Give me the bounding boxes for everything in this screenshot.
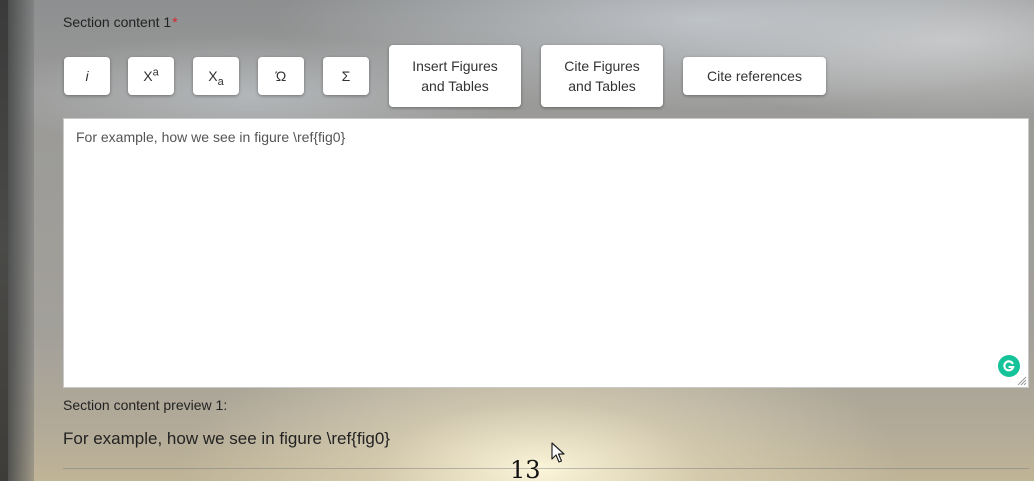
subscript-base: X	[208, 68, 218, 84]
subscript-label: Xa	[208, 66, 224, 88]
grammarly-icon[interactable]	[998, 355, 1020, 377]
section-content-label: Section content 1*	[63, 14, 178, 30]
editor-content-text[interactable]: For example, how we see in figure \ref{f…	[76, 129, 345, 145]
superscript-button[interactable]: Xa	[128, 57, 174, 95]
page-divider	[63, 468, 1029, 469]
left-edge-strip	[0, 0, 8, 481]
insert-figures-line1: Insert Figures	[412, 58, 498, 74]
page-number: 13	[510, 456, 541, 481]
cite-references-button[interactable]: Cite references	[683, 57, 826, 95]
special-characters-button[interactable]: Ώ	[258, 57, 304, 95]
section-label-text: Section content 1	[63, 14, 172, 30]
subscript-button[interactable]: Xa	[193, 57, 239, 95]
subscript-index: a	[217, 75, 224, 88]
preview-text: For example, how we see in figure \ref{f…	[63, 429, 390, 448]
superscript-exponent: a	[152, 66, 159, 79]
insert-figures-tables-button[interactable]: Insert Figures and Tables	[389, 45, 521, 107]
preview-label: Section content preview 1:	[63, 397, 228, 413]
cite-figures-line1: Cite Figures	[564, 58, 640, 74]
cite-figures-line2: and Tables	[568, 78, 636, 94]
cite-figures-tables-label: Cite Figures and Tables	[564, 56, 639, 96]
superscript-label: Xa	[143, 66, 158, 86]
italic-button[interactable]: i	[64, 57, 110, 95]
math-sigma-label: Σ	[341, 68, 351, 84]
math-sigma-button[interactable]: Σ	[323, 57, 369, 95]
cite-figures-tables-button[interactable]: Cite Figures and Tables	[541, 45, 663, 107]
section-content-editor[interactable]: For example, how we see in figure \ref{f…	[63, 118, 1029, 388]
special-characters-label: Ώ	[275, 68, 287, 84]
resize-handle-icon[interactable]	[1016, 375, 1027, 386]
cite-references-label: Cite references	[707, 68, 802, 84]
insert-figures-tables-label: Insert Figures and Tables	[412, 56, 498, 96]
grammarly-g-glyph	[1003, 360, 1015, 372]
page-background: Section content 1* i Xa Xa Ώ Σ Insert Fi…	[0, 0, 1034, 481]
left-shadow-band	[8, 0, 34, 481]
mouse-cursor-icon	[551, 442, 565, 463]
superscript-base: X	[143, 68, 153, 84]
insert-figures-line2: and Tables	[421, 78, 489, 94]
required-marker: *	[172, 14, 178, 30]
italic-label: i	[85, 68, 89, 84]
